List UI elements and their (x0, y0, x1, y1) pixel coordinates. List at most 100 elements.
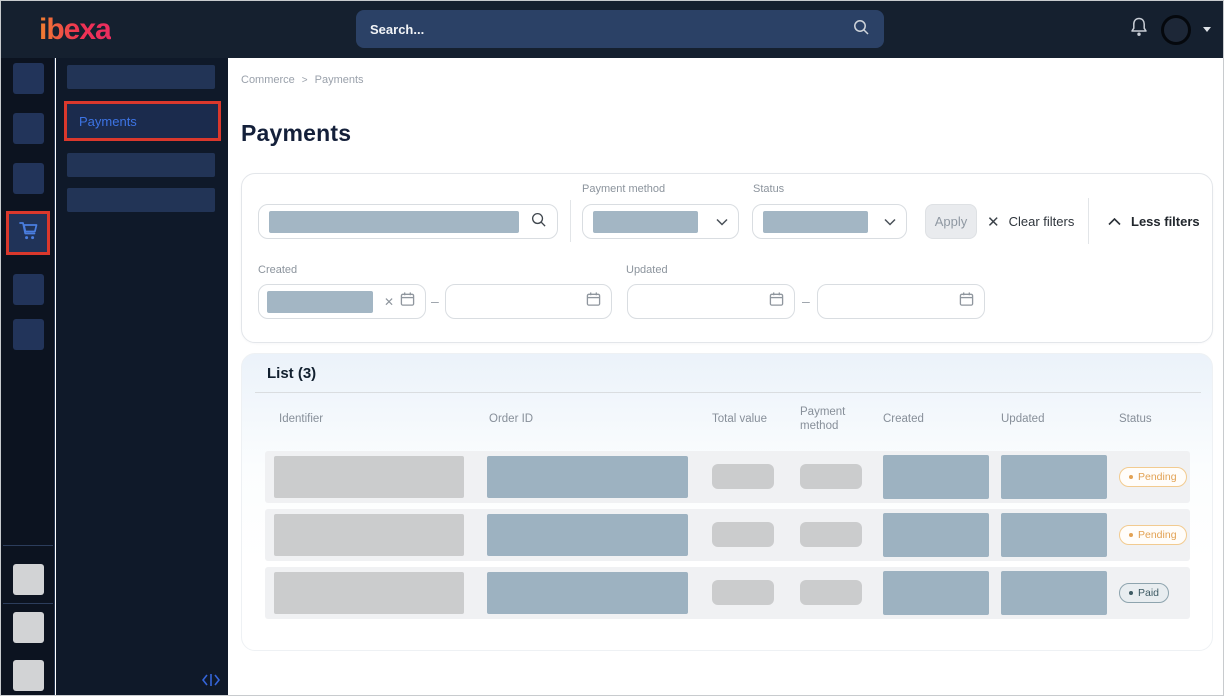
col-status: Status (1119, 412, 1152, 426)
nav-item-3[interactable] (13, 163, 44, 194)
redacted-order-id (487, 572, 688, 614)
breadcrumb: Commerce > Payments (241, 74, 364, 86)
chevron-down-icon (716, 213, 728, 231)
redacted-order-id (487, 456, 688, 498)
col-updated: Updated (1001, 412, 1044, 426)
status-dropdown[interactable] (752, 204, 907, 239)
breadcrumb-payments[interactable]: Payments (315, 74, 364, 86)
topbar: ibexa (1, 1, 1223, 58)
nav-bottom-item-3[interactable] (13, 660, 44, 691)
global-search-input[interactable] (370, 22, 852, 37)
redacted-updated (1001, 513, 1107, 557)
filters-panel: Payment method Status Apply ✕ Clear filt… (241, 173, 1213, 343)
redacted-identifier (274, 514, 464, 556)
app-window: ibexa (0, 0, 1224, 696)
nav-item-1[interactable] (13, 63, 44, 94)
filter-divider (1088, 198, 1089, 244)
payment-row[interactable]: Pending (265, 451, 1190, 503)
payment-method-dropdown[interactable] (582, 204, 739, 239)
sidebar-item-payments[interactable]: Payments (79, 114, 137, 129)
submenu-item-3[interactable] (67, 153, 215, 177)
chevron-down-icon (884, 213, 896, 231)
main-content: Commerce > Payments Payments Payment met… (228, 58, 1224, 696)
clear-filters-button[interactable]: ✕ Clear filters (987, 204, 1074, 239)
main-nav-rail (1, 58, 55, 696)
ibexa-logo[interactable]: ibexa (39, 13, 111, 47)
status-dot (1129, 475, 1133, 479)
page-title: Payments (241, 120, 351, 147)
user-avatar[interactable] (1161, 15, 1191, 45)
search-icon[interactable] (852, 18, 870, 41)
redacted-date-value (267, 291, 373, 313)
rail-divider (3, 603, 53, 604)
created-from-date-input[interactable]: ✕ (258, 284, 426, 319)
nav-item-5[interactable] (13, 274, 44, 305)
status-badge: Pending (1119, 525, 1187, 545)
cart-icon[interactable] (16, 219, 40, 248)
redacted-total-value (712, 464, 774, 489)
calendar-icon[interactable] (586, 291, 601, 312)
redacted-payment-method (800, 580, 862, 605)
clear-date-icon[interactable]: ✕ (384, 295, 394, 309)
redacted-updated (1001, 455, 1107, 499)
chevron-up-icon (1108, 214, 1121, 229)
redacted-updated (1001, 571, 1107, 615)
redacted-created (883, 513, 989, 557)
status-dot (1129, 591, 1133, 595)
status-badge-label: Pending (1138, 471, 1177, 483)
calendar-icon[interactable] (400, 291, 415, 312)
col-total-value: Total value (712, 412, 767, 426)
col-order-id: Order ID (489, 412, 533, 426)
user-menu-caret-icon[interactable] (1203, 27, 1211, 32)
bell-icon[interactable] (1129, 16, 1149, 44)
rail-divider (3, 545, 53, 546)
payment-row[interactable]: Paid (265, 567, 1190, 619)
less-filters-button[interactable]: Less filters (1108, 204, 1200, 239)
list-heading: List (3) (267, 365, 316, 382)
search-icon[interactable] (530, 211, 547, 233)
payment-row[interactable]: Pending (265, 509, 1190, 561)
submenu-item-1[interactable] (67, 65, 215, 89)
status-badge: Pending (1119, 467, 1187, 487)
updated-from-date-input[interactable] (627, 284, 795, 319)
list-divider (255, 392, 1201, 393)
nav-item-2[interactable] (13, 113, 44, 144)
status-badge-label: Pending (1138, 529, 1177, 541)
close-icon: ✕ (987, 213, 1000, 231)
status-label: Status (753, 183, 784, 195)
calendar-icon[interactable] (959, 291, 974, 312)
breadcrumb-commerce[interactable]: Commerce (241, 74, 295, 86)
redacted-payment-method-value (593, 211, 698, 233)
redacted-payment-method (800, 522, 862, 547)
global-search[interactable] (356, 10, 884, 48)
redacted-payment-method (800, 464, 862, 489)
status-dot (1129, 533, 1133, 537)
nav-item-6[interactable] (13, 319, 44, 350)
redacted-identifier (274, 456, 464, 498)
calendar-icon[interactable] (769, 291, 784, 312)
redacted-order-id (487, 514, 688, 556)
less-filters-label: Less filters (1131, 214, 1200, 229)
apply-button[interactable]: Apply (925, 204, 977, 239)
breadcrumb-separator: > (302, 75, 308, 86)
date-range-separator: – (431, 293, 439, 309)
filter-search-field[interactable] (258, 204, 558, 239)
redacted-total-value (712, 522, 774, 547)
col-created: Created (883, 412, 924, 426)
payment-method-label: Payment method (582, 183, 665, 195)
redacted-identifier (274, 572, 464, 614)
sidebar-collapse-icon[interactable] (202, 673, 220, 692)
submenu-item-4[interactable] (67, 188, 215, 212)
submenu-payments-annotation: Payments (64, 101, 221, 141)
date-range-separator: – (802, 293, 810, 309)
payments-list-panel: List (3) Identifier Order ID Total value… (241, 353, 1213, 651)
topbar-actions (1129, 1, 1211, 58)
nav-bottom-item-1[interactable] (13, 564, 44, 595)
col-identifier: Identifier (279, 412, 323, 426)
redacted-created (883, 571, 989, 615)
nav-bottom-item-2[interactable] (13, 612, 44, 643)
created-to-date-input[interactable] (445, 284, 612, 319)
updated-to-date-input[interactable] (817, 284, 985, 319)
created-label: Created (258, 264, 297, 276)
filter-divider (570, 200, 571, 242)
